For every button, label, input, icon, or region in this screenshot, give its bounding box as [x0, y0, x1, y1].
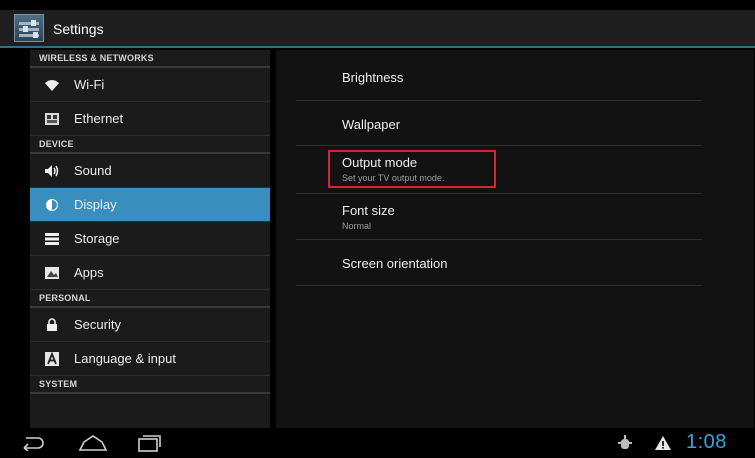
highlight-box — [328, 150, 496, 188]
keyboard-icon — [45, 352, 59, 366]
sidebar-item-display[interactable]: Display — [30, 188, 270, 222]
warning-icon — [655, 436, 671, 450]
settings-screen: Settings WIRELESS & NETWORKS Wi-Fi Ether… — [0, 0, 755, 458]
section-header-wireless: WIRELESS & NETWORKS — [30, 50, 270, 68]
settings-categories-list[interactable]: WIRELESS & NETWORKS Wi-Fi Ethernet DEVIC… — [30, 50, 270, 428]
section-header-personal: PERSONAL — [30, 290, 270, 308]
sidebar-item-storage[interactable]: Storage — [30, 222, 270, 256]
ethernet-icon — [45, 113, 59, 125]
pref-title: Brightness — [342, 70, 404, 85]
pref-wallpaper[interactable]: Wallpaper — [296, 101, 702, 146]
sidebar-item-label: Ethernet — [74, 111, 124, 126]
display-icon — [46, 199, 58, 211]
action-bar: Settings — [0, 10, 755, 48]
sidebar-item-label: Storage — [74, 231, 120, 246]
pref-title: Font size — [342, 203, 395, 218]
sidebar-item-label: Apps — [74, 265, 104, 280]
sidebar-item-label: Display — [74, 197, 117, 212]
sound-icon — [45, 165, 59, 177]
storage-icon — [45, 233, 59, 245]
sidebar-item-security[interactable]: Security — [30, 308, 270, 342]
display-settings-pane: Brightness Wallpaper Output mode Set you… — [276, 50, 754, 428]
pref-title: Wallpaper — [342, 117, 401, 132]
back-button[interactable] — [20, 435, 46, 451]
pref-font-size[interactable]: Font size Normal — [296, 194, 702, 240]
sidebar-item-label: Sound — [74, 163, 112, 178]
section-header-system: SYSTEM — [30, 376, 270, 394]
sidebar-item-label: Language & input — [74, 351, 176, 366]
pref-summary: Normal — [342, 221, 372, 231]
sidebar-item-label: Wi-Fi — [74, 77, 105, 92]
app-title: Settings — [53, 21, 104, 37]
sidebar-item-language-input[interactable]: Language & input — [30, 342, 270, 376]
wifi-icon — [45, 80, 59, 91]
sidebar-item-wifi[interactable]: Wi-Fi — [30, 68, 270, 102]
status-clock: 1:08 — [686, 431, 727, 453]
apps-icon — [45, 267, 59, 279]
section-header-device: DEVICE — [30, 136, 270, 154]
sidebar-item-sound[interactable]: Sound — [30, 154, 270, 188]
sidebar-item-apps[interactable]: Apps — [30, 256, 270, 290]
home-button[interactable] — [78, 434, 108, 452]
sidebar-item-ethernet[interactable]: Ethernet — [30, 102, 270, 136]
usb-debug-icon — [618, 435, 632, 449]
recent-apps-button[interactable] — [137, 433, 163, 453]
lock-icon — [47, 318, 57, 331]
pref-title: Screen orientation — [342, 256, 448, 271]
sidebar-item-label: Security — [74, 317, 121, 332]
pref-screen-orientation[interactable]: Screen orientation — [296, 240, 702, 286]
settings-icon[interactable] — [14, 14, 44, 42]
pref-brightness[interactable]: Brightness — [296, 50, 702, 101]
navigation-bar: 1:08 — [0, 428, 755, 458]
